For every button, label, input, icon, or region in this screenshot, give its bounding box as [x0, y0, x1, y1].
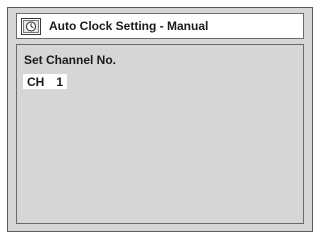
channel-number-value: 1: [56, 74, 64, 89]
page-title: Auto Clock Setting - Manual: [49, 19, 209, 33]
content-panel: Set Channel No. CH 1: [16, 44, 304, 224]
clock-icon: [21, 17, 41, 35]
channel-prefix-label: CH: [27, 74, 45, 89]
title-bar: Auto Clock Setting - Manual: [16, 13, 304, 39]
osd-screen: Auto Clock Setting - Manual Set Channel …: [7, 7, 313, 232]
channel-number-field[interactable]: CH 1: [23, 74, 68, 89]
set-channel-label: Set Channel No.: [24, 53, 117, 67]
